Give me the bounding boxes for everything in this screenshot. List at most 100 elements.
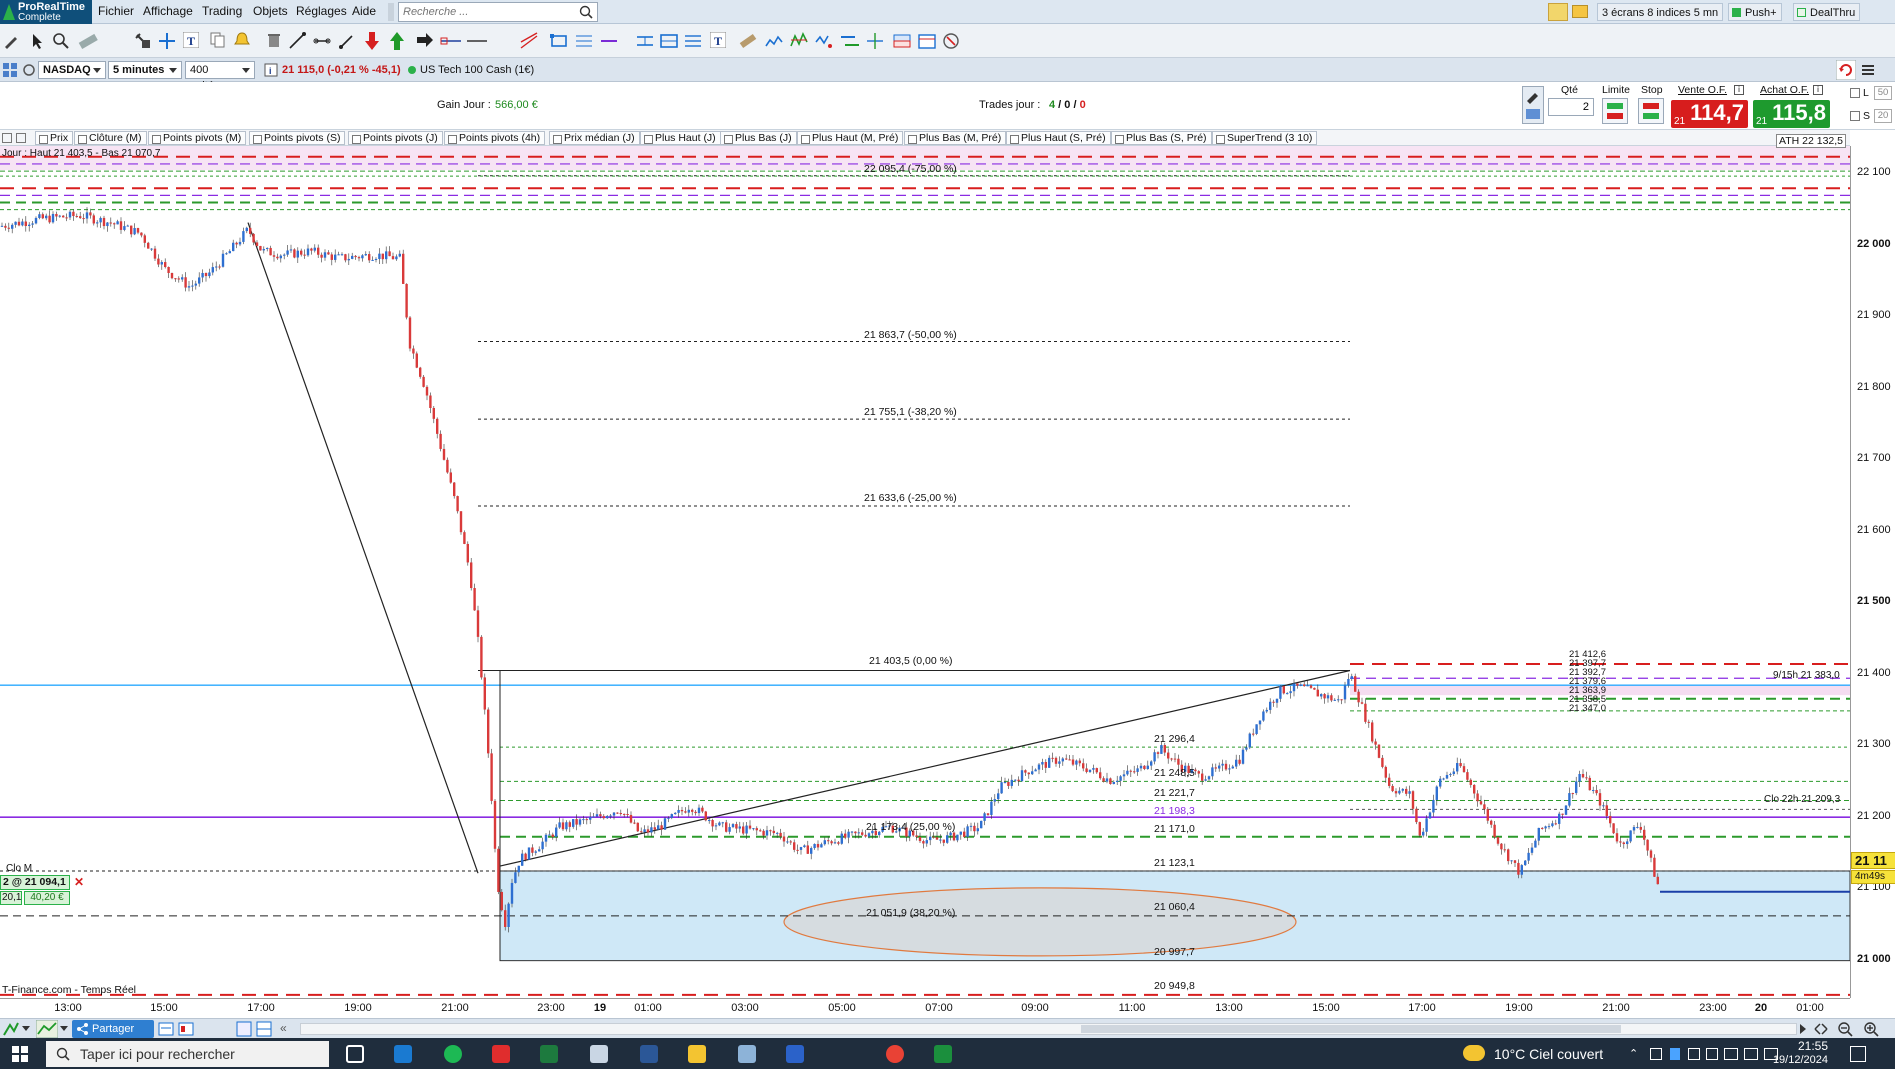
tray-chevron-icon[interactable]: ⌃: [1629, 1047, 1638, 1060]
indicator-pivots-j[interactable]: Points pivots (J): [348, 131, 443, 145]
limit-order-button[interactable]: [1602, 98, 1628, 124]
info-icon[interactable]: i: [264, 63, 278, 77]
units-select[interactable]: 400 unités: [185, 61, 255, 92]
link-icon[interactable]: [22, 63, 36, 77]
pitchfork-icon[interactable]: [600, 32, 618, 50]
chevron-down-icon[interactable]: [60, 1026, 68, 1031]
word-icon[interactable]: [640, 1045, 658, 1063]
clear-drawings-icon[interactable]: [942, 32, 960, 50]
windows-start-icon[interactable]: [12, 1046, 28, 1062]
ray-icon[interactable]: [338, 32, 356, 50]
gann-icon[interactable]: [684, 32, 702, 50]
chevron-down-icon[interactable]: [22, 1026, 30, 1031]
spotify-icon[interactable]: [444, 1045, 462, 1063]
arrow-right-icon[interactable]: [416, 33, 434, 47]
horizontal-scrollbar[interactable]: [300, 1023, 1797, 1035]
position-marker[interactable]: 2 @ 21 094,1: [0, 875, 70, 890]
parallel-icon[interactable]: [636, 32, 654, 50]
indicator-plus-haut-m[interactable]: Plus Haut (M, Pré): [797, 131, 904, 145]
indicator-pivots-m[interactable]: Points pivots (M): [148, 131, 247, 145]
tray-icon-3[interactable]: [1706, 1048, 1718, 1060]
calendar-icon[interactable]: [918, 32, 936, 50]
indicator-plus-haut-j[interactable]: Plus Haut (J): [640, 131, 721, 145]
indicator-cloture-m[interactable]: Clôture (M): [74, 131, 147, 145]
channel-icon[interactable]: [520, 32, 538, 50]
wrench-icon[interactable]: [1523, 87, 1543, 123]
grid-icon[interactable]: [2, 62, 18, 78]
volume-icon[interactable]: [1744, 1048, 1758, 1060]
push-button[interactable]: Push+: [1728, 3, 1782, 21]
price-chart[interactable]: Jour : Haut 21 403,5 - Bas 21 070,7 22 0…: [0, 134, 1850, 998]
sell-button[interactable]: 21 114,7: [1671, 100, 1748, 128]
arrow-down-icon[interactable]: [365, 31, 379, 51]
tray-icon-1[interactable]: [1650, 1048, 1662, 1060]
menu-objets[interactable]: Objets: [253, 4, 288, 18]
collapse-icon[interactable]: «: [280, 1021, 287, 1035]
clock-date[interactable]: 19/12/2024: [1760, 1054, 1828, 1066]
export-icon[interactable]: [236, 1021, 252, 1037]
text-tool-icon[interactable]: T: [183, 32, 199, 48]
indicator-pivots-4h[interactable]: Points pivots (4h): [444, 131, 546, 145]
position-icon[interactable]: [893, 32, 911, 50]
pencil-icon[interactable]: [1548, 3, 1568, 21]
horizontal-line-icon[interactable]: [440, 32, 462, 50]
option-l-checkbox[interactable]: [1850, 88, 1860, 98]
fibonacci-icon[interactable]: [575, 32, 593, 50]
cursor-icon[interactable]: [28, 32, 46, 50]
indicator-prix-median[interactable]: Prix médian (J): [549, 131, 640, 145]
trash-icon[interactable]: [266, 32, 282, 48]
option-s-checkbox[interactable]: [1850, 111, 1860, 121]
segment-icon[interactable]: [313, 32, 331, 50]
cycle-icon[interactable]: [765, 34, 783, 50]
chrome-icon[interactable]: [886, 1045, 904, 1063]
workspace-selector[interactable]: 3 écrans 8 indices 5 mn: [1597, 3, 1724, 21]
zoom-icon[interactable]: [52, 32, 70, 50]
pen-tool-icon[interactable]: [2, 32, 20, 50]
taskbar-search[interactable]: Taper ici pour rechercher: [46, 1041, 329, 1067]
dealthru-button[interactable]: DealThru: [1793, 3, 1861, 21]
drawing-mode-icon[interactable]: [2, 1021, 20, 1037]
search-input[interactable]: [399, 3, 569, 21]
notifications-icon[interactable]: [1850, 1046, 1866, 1062]
arrow-up-icon[interactable]: [390, 31, 404, 51]
menu-icon[interactable]: [1860, 62, 1876, 78]
indicator-prix[interactable]: Prix: [35, 131, 74, 145]
menu-aide[interactable]: Aide: [352, 4, 376, 18]
option-s-value[interactable]: 20: [1874, 109, 1892, 123]
menu-reglages[interactable]: Réglages: [296, 4, 347, 18]
move-icon[interactable]: [158, 32, 176, 50]
indicator-plus-haut-s[interactable]: Plus Haut (S, Pré): [1006, 131, 1111, 145]
zoom-in-icon[interactable]: [1862, 1020, 1880, 1038]
market-select[interactable]: NASDAQ: [38, 61, 106, 79]
refresh-icon[interactable]: [1836, 60, 1856, 80]
excel-icon[interactable]: [540, 1045, 558, 1063]
fit-icon[interactable]: [1812, 1020, 1830, 1038]
chart-canvas[interactable]: [0, 146, 1850, 998]
close-position-icon[interactable]: ✕: [72, 875, 86, 890]
sell-info-icon[interactable]: i: [1734, 85, 1744, 95]
pencil-tool-icon[interactable]: [738, 32, 758, 50]
legend-toggle-icon[interactable]: [2, 133, 12, 143]
task-view-icon[interactable]: [346, 1045, 364, 1063]
indicator-plus-bas-m[interactable]: Plus Bas (M, Pré): [904, 131, 1007, 145]
tray-icon-2[interactable]: [1688, 1048, 1700, 1060]
scrollbar-thumb[interactable]: [1081, 1025, 1621, 1033]
stop-order-button[interactable]: [1638, 98, 1664, 124]
bell-icon[interactable]: [1572, 5, 1588, 18]
search-icon[interactable]: [579, 5, 593, 19]
magnet-icon[interactable]: [134, 32, 152, 50]
zoom-out-icon[interactable]: [1836, 1020, 1854, 1038]
regression-icon[interactable]: [815, 32, 833, 50]
menu-affichage[interactable]: Affichage: [143, 4, 193, 18]
prorealtime-taskbar-icon[interactable]: [934, 1045, 952, 1063]
indicator-plus-bas-j[interactable]: Plus Bas (J): [720, 131, 797, 145]
trend-line-icon[interactable]: [288, 32, 306, 50]
buy-info-icon[interactable]: i: [1813, 85, 1823, 95]
timeframe-select[interactable]: 5 minutes: [108, 61, 182, 79]
price-axis[interactable]: 22 100 22 000 21 900 21 800 21 700 21 60…: [1850, 146, 1895, 998]
app-icon-ig[interactable]: [492, 1045, 510, 1063]
arrows-icon[interactable]: [840, 32, 860, 50]
app-icon-2[interactable]: [738, 1045, 756, 1063]
alert-icon[interactable]: [234, 32, 250, 48]
qty-input[interactable]: [1548, 98, 1594, 116]
